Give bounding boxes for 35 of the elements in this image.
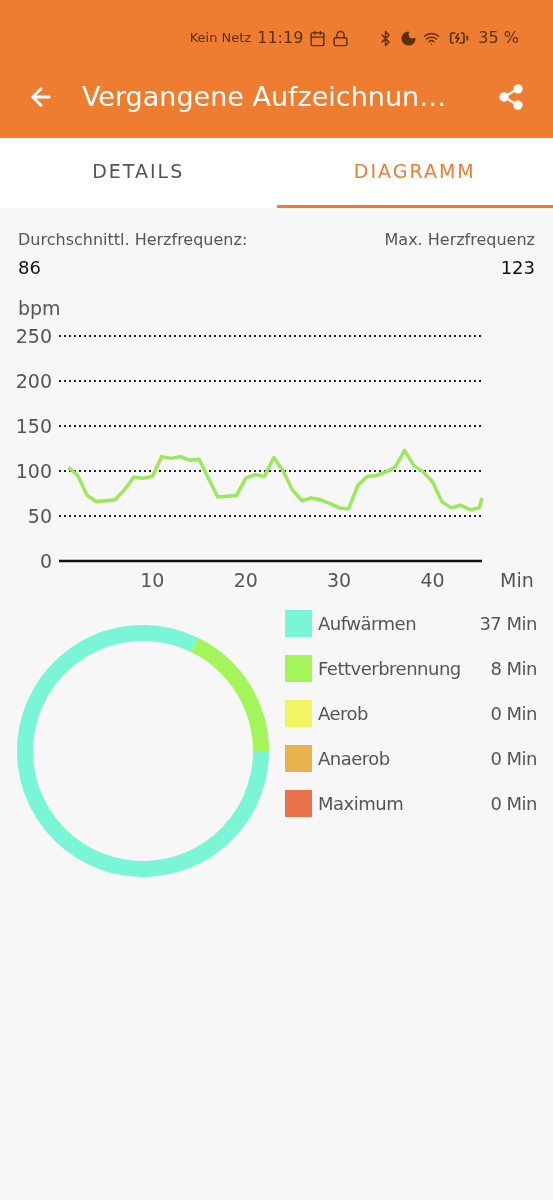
legend-label: Anaerob (318, 746, 390, 771)
moon-icon (400, 29, 418, 47)
carrier-text: Kein Netz (189, 29, 252, 48)
x-tick-label: 10 (140, 569, 165, 591)
y-tick-label: 0 (39, 550, 52, 572)
y-tick-label: 250 (15, 325, 52, 347)
legend-label: Fettverbrennung (318, 656, 461, 681)
legend-value: 0 Min (490, 701, 537, 726)
legend-label: Aufwärmen (318, 611, 417, 636)
calendar-icon (309, 29, 327, 47)
x-tick-label: 40 (420, 569, 445, 591)
stat-value: 123 (500, 256, 535, 280)
legend-value: 37 Min (479, 611, 537, 636)
y-tick-label: 150 (15, 415, 52, 437)
tab[interactable]: DETAILS (0, 138, 277, 208)
stat-value: 86 (18, 256, 41, 280)
x-axis-label: Min (500, 569, 534, 591)
page-title: Vergangene Aufzeichnun… (82, 79, 448, 114)
x-tick-label: 30 (327, 569, 352, 591)
y-tick-label: 100 (15, 460, 52, 482)
legend-value: 0 Min (490, 746, 537, 771)
x-tick-label: 20 (233, 569, 258, 591)
legend-label: Aerob (318, 701, 368, 726)
stat-label: Durchschnittl. Herzfrequenz: (18, 229, 248, 251)
legend-label: Maximum (318, 791, 404, 816)
clock-text: 11:19 (257, 27, 304, 49)
legend-value: 0 Min (490, 791, 537, 816)
y-tick-label: 50 (27, 505, 52, 527)
y-axis-label: bpm (18, 297, 61, 319)
lock-icon (332, 29, 350, 47)
y-tick-label: 200 (15, 370, 52, 392)
legend-value: 8 Min (490, 656, 537, 681)
share-icon (497, 83, 525, 111)
battery-text: 35 % (478, 27, 519, 49)
stat-label: Max. Herzfrequenz (384, 229, 535, 251)
